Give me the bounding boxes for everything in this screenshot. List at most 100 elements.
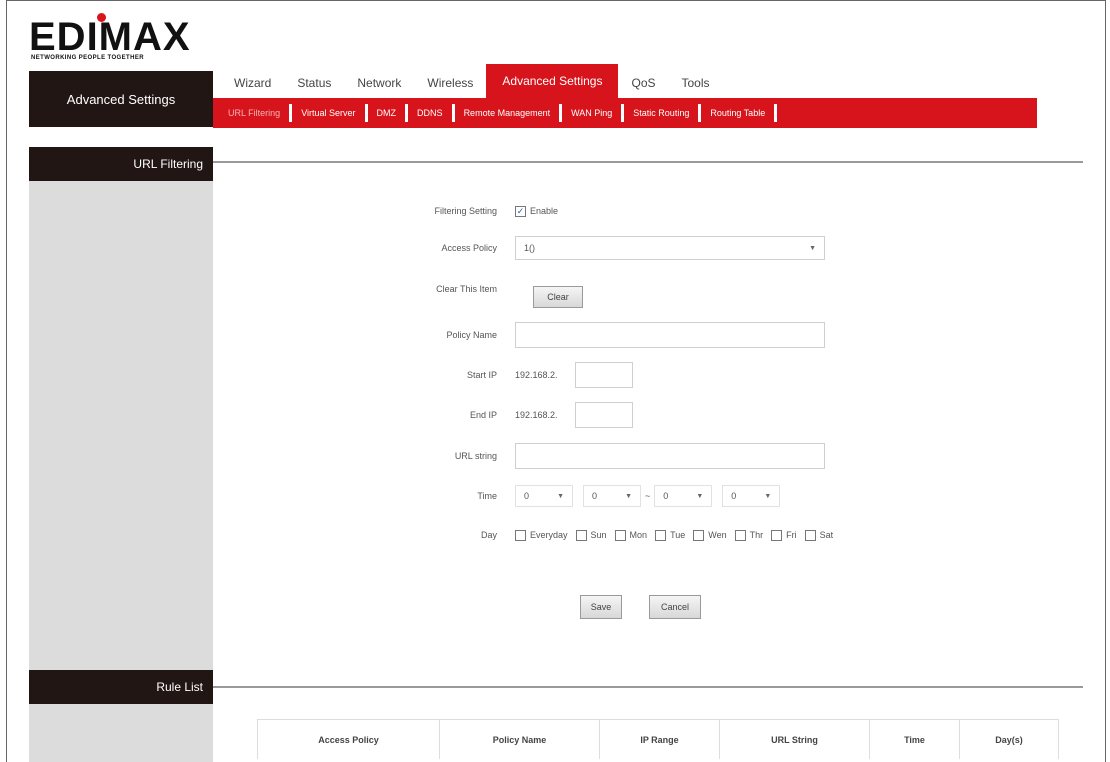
subtab-routing-table[interactable]: Routing Table (701, 104, 778, 122)
sidebar-section-title: Advanced Settings (29, 71, 213, 127)
column-header: Access Policy (258, 720, 440, 759)
subtab-url-filtering[interactable]: URL Filtering (219, 104, 293, 122)
start-hour-value: 0 (524, 491, 530, 501)
column-header: URL String (720, 720, 870, 759)
day-checkbox[interactable] (655, 529, 667, 541)
chevron-down-icon: ▼ (557, 492, 564, 500)
day-checkbox[interactable] (734, 529, 746, 541)
chevron-down-icon: ▼ (696, 492, 704, 500)
tab-wizard[interactable]: Wizard (221, 68, 284, 98)
end-minute-value: 0 (731, 491, 737, 501)
tab-network[interactable]: Network (344, 68, 414, 98)
clear-item-row: Clear This Item Clear (387, 276, 583, 308)
filtering-setting-row: Filtering Setting ✓ Enable (387, 198, 558, 224)
url-string-row: URL string (387, 443, 825, 469)
end-ip-input[interactable] (575, 402, 633, 428)
day-thr[interactable]: Thr (734, 529, 763, 541)
day-everyday[interactable]: Everyday (515, 529, 568, 541)
sub-nav: URL Filtering Virtual Server DMZ DDNS Re… (213, 98, 1037, 128)
clear-button[interactable]: Clear (533, 286, 583, 308)
start-minute-value: 0 (592, 491, 598, 501)
cancel-button[interactable]: Cancel (649, 595, 701, 619)
day-tue[interactable]: Tue (655, 529, 686, 541)
start-minute-select[interactable]: 0 ▼ (583, 485, 641, 507)
time-separator: ~ (645, 491, 651, 501)
access-policy-value: 1() (524, 243, 535, 253)
section-divider (213, 161, 1083, 163)
day-label-text: Tue (670, 530, 686, 540)
end-minute-select[interactable]: 0 ▼ (722, 485, 781, 507)
day-label-text: Wen (708, 530, 727, 540)
edimax-logo: EDIMAX NETWORKING PEOPLE TOGETHER (29, 13, 219, 67)
sidebar-panel (29, 181, 213, 670)
tab-advanced-settings[interactable]: Advanced Settings (486, 64, 619, 98)
sidebar-panel-lower (29, 704, 213, 762)
day-checkbox[interactable] (771, 529, 783, 541)
save-button[interactable]: Save (580, 595, 622, 619)
day-checkbox[interactable] (515, 529, 526, 541)
day-wen[interactable]: Wen (693, 529, 727, 541)
start-hour-select[interactable]: 0 ▼ (515, 485, 573, 507)
time-row: Time 0 ▼ 0 ▼ ~ 0 ▼ 0 ▼ (387, 483, 790, 509)
chevron-down-icon: ▼ (625, 492, 632, 500)
day-mon[interactable]: Mon (614, 529, 648, 541)
end-hour-select[interactable]: 0 ▼ (654, 485, 713, 507)
column-header: Policy Name (440, 720, 600, 759)
tab-qos[interactable]: QoS (618, 68, 668, 98)
chevron-down-icon: ▼ (764, 492, 772, 500)
time-label: Time (477, 491, 497, 501)
start-ip-label: Start IP (466, 370, 497, 380)
enable-checkbox[interactable]: ✓ (515, 205, 526, 217)
url-string-input[interactable] (515, 443, 825, 469)
day-row: Day Everyday Sun Mon Tue Wen Thr Fri Sat (387, 522, 841, 548)
end-hour-value: 0 (663, 491, 669, 501)
chevron-down-icon: ▼ (809, 244, 816, 252)
day-sat[interactable]: Sat (804, 529, 834, 541)
tab-wireless[interactable]: Wireless (414, 68, 486, 98)
main-nav: Wizard Status Network Wireless Advanced … (221, 64, 723, 98)
subtab-static-routing[interactable]: Static Routing (624, 104, 702, 122)
access-policy-label: Access Policy (441, 243, 497, 253)
subtab-virtual-server[interactable]: Virtual Server (292, 104, 368, 122)
tab-status[interactable]: Status (284, 68, 344, 98)
end-ip-row: End IP 192.168.2. (387, 402, 633, 428)
enable-checkbox-group: ✓ Enable (515, 205, 559, 217)
column-header: IP Range (600, 720, 720, 759)
day-sun[interactable]: Sun (575, 529, 607, 541)
access-policy-row: Access Policy 1() ▼ (387, 235, 825, 261)
sidebar-url-filtering-label: URL Filtering (29, 147, 213, 181)
day-checkbox[interactable] (614, 529, 626, 541)
sidebar-rule-list-label: Rule List (29, 670, 213, 704)
day-label-text: Fri (786, 530, 797, 540)
day-checkbox[interactable] (804, 529, 816, 541)
start-ip-input[interactable] (575, 362, 633, 388)
logo-dot-icon (97, 13, 106, 22)
day-label: Day (480, 530, 497, 540)
end-ip-prefix: 192.168.2. (515, 410, 558, 420)
clear-item-label: Clear This Item (436, 284, 497, 294)
start-ip-row: Start IP 192.168.2. (387, 362, 633, 388)
policy-name-row: Policy Name (387, 322, 825, 348)
day-checkbox[interactable] (575, 529, 587, 541)
policy-name-input[interactable] (515, 322, 825, 348)
day-label-text: Mon (629, 530, 648, 540)
logo-text: EDIMAX (29, 15, 191, 59)
column-header: Time (870, 720, 960, 759)
section-divider (213, 686, 1083, 688)
tab-tools[interactable]: Tools (669, 68, 723, 98)
subtab-dmz[interactable]: DMZ (368, 104, 409, 122)
day-checkbox[interactable] (693, 529, 705, 541)
access-policy-select[interactable]: 1() ▼ (515, 236, 825, 260)
column-header: Day(s) (995, 734, 1023, 745)
filtering-setting-label: Filtering Setting (434, 206, 497, 216)
day-label-text: Everyday (530, 530, 568, 540)
rule-list-table: Access Policy Policy Name IP Range URL S… (257, 719, 1059, 759)
subtab-ddns[interactable]: DDNS (408, 104, 455, 122)
subtab-wan-ping[interactable]: WAN Ping (562, 104, 625, 122)
subtab-remote-management[interactable]: Remote Management (455, 104, 563, 122)
day-label-text: Sat (819, 530, 834, 540)
enable-label: Enable (530, 206, 559, 216)
day-label-text: Sun (590, 530, 607, 540)
end-ip-label: End IP (469, 410, 497, 420)
day-fri[interactable]: Fri (771, 529, 797, 541)
